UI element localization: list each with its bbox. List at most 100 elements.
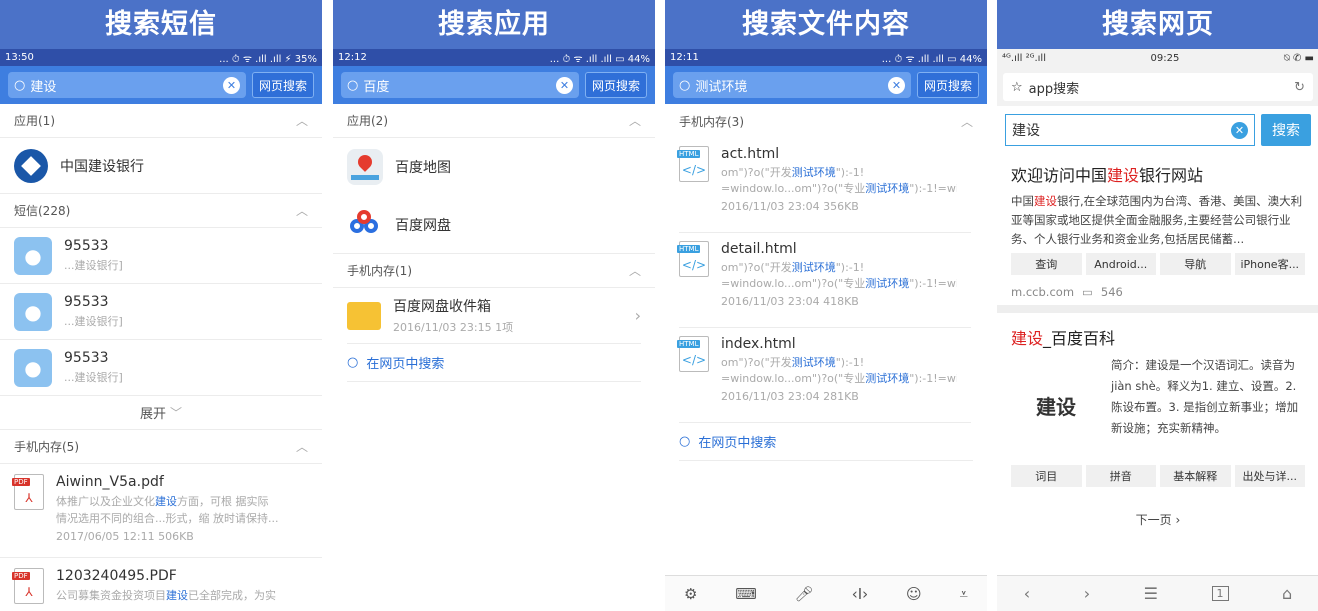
app-item[interactable]: 百度地图 [333,138,655,196]
file-item[interactable]: PDF ⅄ 1203240495.PDF 公司募集资金投资项目建设已全部完成，为实 [0,558,322,611]
sms-preview: ...建设银行] [64,315,123,328]
panel-search-file-content: 搜索文件内容 12:11 ... ⏱ ᯤ .ıll .ıll ▭ 44% ○ 测… [665,0,987,611]
app-item[interactable]: 中国建设银行 [0,138,322,194]
star-icon[interactable]: ☆ [1011,80,1023,95]
sitelink-button[interactable]: 基本解释 [1160,465,1231,487]
file-item[interactable]: HTML </> detail.html om")?o("开发测试环境"):-1!… [677,233,971,328]
result-card-baike[interactable]: 建设_百度百科 建设 简介：建设是一个汉语词汇。读音为jiàn shè。释义为1… [997,313,1318,493]
home-icon[interactable]: ⌂ [1282,584,1292,603]
file-meta: 2017/06/05 12:11 506KB [56,530,194,543]
file-name: Aiwinn_V5a.pdf [56,474,164,490]
keyboard-icon[interactable]: ⌨ [735,585,757,603]
app-item[interactable]: 百度网盘 [333,196,655,254]
file-item[interactable]: HTML </> index.html om")?o("开发测试环境"):-1! … [677,328,971,423]
pdf-file-icon: PDF ⅄ [12,474,44,510]
web-search-button[interactable]: 网页搜索 [251,72,314,98]
section-header-apps[interactable]: 应用(1) ︿ [0,104,322,138]
clear-icon[interactable]: ✕ [222,76,240,94]
file-item[interactable]: PDF ⅄ Aiwinn_V5a.pdf 体推广以及企业文化建设方面，可根 据实际… [0,464,322,558]
section-title: 应用(2) [347,114,388,128]
sitelink-button[interactable]: 导航 [1160,253,1231,275]
result-site: m.ccb.com [1011,285,1075,299]
folder-item[interactable]: 百度网盘收件箱 2016/11/03 23:15 1项 › [347,288,641,344]
status-bar: ⁴ᴳ.ıll ²ᴳ.ıll 09:25 ⍉ ✆ ▬ [997,49,1318,68]
file-snippet-line2: =window.lo...om")?o("专业测试环境"):-1!=wi... [721,277,957,290]
sms-item[interactable]: ● 95533 ...建设银行] [0,228,322,284]
result-title[interactable]: 建设_百度百科 [1011,325,1305,349]
emoji-icon[interactable]: ☺ [906,585,922,603]
result-card-ccb[interactable]: 欢迎访问中国建设银行网站 中国建设银行,在全球范围内为台湾、香港、美国、澳大利亚… [997,148,1318,305]
sms-item[interactable]: ● 95533 ...建设银行] [0,340,322,396]
tabs-icon[interactable]: 1 [1211,586,1229,601]
sitelink-button[interactable]: Android... [1085,253,1156,275]
menu-icon[interactable]: ☰ [1144,584,1158,603]
folder-icon [347,301,381,330]
file-name: act.html [721,146,780,162]
search-bar: ○ 建设 ✕ 网页搜索 [0,66,322,104]
web-search-button[interactable]: 网页搜索 [584,72,647,98]
cursor-move-icon[interactable]: ‹I› [852,585,868,603]
file-meta: 2016/11/03 23:04 281KB [721,390,859,403]
search-web-link[interactable]: ○ 在网页中搜索 [347,344,641,382]
search-web-link[interactable]: ○ 在网页中搜索 [679,423,973,461]
web-search-value: 建设 [1012,123,1040,139]
clear-icon[interactable]: ✕ [887,76,905,94]
file-snippet-line2: =window.lo...om")?o("专业测试环境"):-1!=wi... [721,372,957,385]
browser-nav-bar: ‹ › ☰ 1 ⌂ [997,575,1318,611]
clear-icon[interactable]: ✕ [1231,121,1248,139]
panel-search-apps: 搜索应用 12:12 ... ⏱ ᯤ .ıll .ıll ▭ 44% ○ 百度 … [333,0,655,611]
search-input[interactable]: ○ 建设 ✕ [8,72,246,98]
status-signal: ⁴ᴳ.ıll ²ᴳ.ıll [1002,53,1046,64]
sitelink-button[interactable]: iPhone客... [1234,253,1305,275]
result-divider [997,305,1318,313]
result-title[interactable]: 欢迎访问中国建设银行网站 [1011,162,1305,186]
section-title: 应用(1) [14,114,55,128]
section-title: 手机内存(3) [679,114,744,129]
sms-sender: 95533 [64,350,109,366]
search-icon: ○ [347,77,359,93]
search-button[interactable]: 搜索 [1261,114,1311,146]
web-search-button[interactable]: 网页搜索 [916,72,979,98]
file-snippet-line2: 情况选用不同的组合...形式，缩 放时请保持... [56,512,279,525]
search-icon: ○ [14,77,26,93]
panel-banner: 搜索短信 [0,0,322,49]
expand-button[interactable]: 展开 ﹀ [0,396,322,430]
sms-preview: ...建设银行] [64,259,123,272]
refresh-icon[interactable]: ↻ [1294,80,1305,95]
back-icon[interactable]: ‹ [1024,584,1030,603]
microphone-icon[interactable]: 🎤︎ [795,585,814,603]
search-icon: ○ [679,434,691,449]
sms-item[interactable]: ● 95533 ...建设银行] [0,284,322,340]
section-header-storage[interactable]: 手机内存(3) ︿ [665,104,987,138]
web-search-form: 建设 ✕ 搜索 [997,106,1318,148]
file-item[interactable]: HTML </> act.html om")?o("开发测试环境"):-1! =w… [677,138,971,233]
status-bar: 12:11 ... ⏱ ᯤ .ıll .ıll ▭ 44% [665,49,987,66]
result-description: 简介：建设是一个汉语词汇。读音为jiàn shè。释义为1. 建立、设置。2. … [1111,358,1299,435]
web-search-input[interactable]: 建设 ✕ [1005,114,1255,146]
section-header-storage[interactable]: 手机内存(5) ︿ [0,430,322,464]
sitelink-button[interactable]: 查询 [1011,253,1082,275]
chevron-right-icon: › [634,306,641,325]
sms-preview: ...建设银行] [64,371,123,384]
contact-avatar-icon: ● [14,348,52,387]
comment-icon: ▭ [1082,285,1093,299]
search-input[interactable]: ○ 百度 ✕ [341,72,579,98]
clear-icon[interactable]: ✕ [555,76,573,94]
next-page-button[interactable]: 下一页 › [997,511,1318,528]
status-indicators: ... ⏱ ᯤ .ıll .ıll ▭ 44% [881,53,982,65]
settings-gear-icon[interactable]: ⚙ [684,585,697,603]
url-text: app搜索 [1028,81,1080,97]
forward-icon[interactable]: › [1084,584,1090,603]
section-header-storage[interactable]: 手机内存(1) ︿ [333,254,655,288]
sitelink-button[interactable]: 词目 [1011,465,1082,487]
sitelink-button[interactable]: 拼音 [1085,465,1156,487]
panel-banner: 搜索应用 [333,0,655,49]
url-bar[interactable]: ☆ app搜索 ↻ [997,68,1318,106]
sitelink-button[interactable]: 出处与详... [1234,465,1305,487]
hide-keyboard-icon[interactable]: ⩡ [960,585,968,603]
section-header-sms[interactable]: 短信(228) ︿ [0,194,322,228]
search-input[interactable]: ○ 测试环境 ✕ [673,72,911,98]
status-indicators: ⍉ ✆ ▬ [1283,53,1314,64]
baidu-netdisk-icon [347,206,383,243]
section-header-apps[interactable]: 应用(2) ︿ [333,104,655,138]
